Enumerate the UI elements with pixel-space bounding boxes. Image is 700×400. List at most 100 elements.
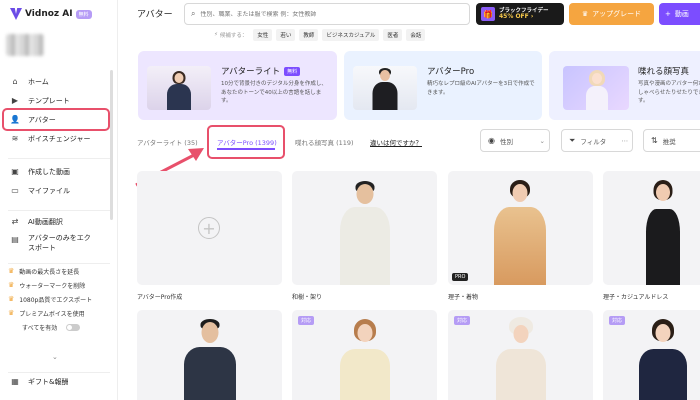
black-friday-discount: 45% OFF ›	[499, 12, 534, 20]
video-icon: ▣	[11, 167, 19, 176]
tag-chip[interactable]: ビジネスカジュアル	[322, 29, 380, 41]
divider	[8, 210, 110, 211]
sidebar-item-avatar-export[interactable]: ▤ アバターのみをエクスポート	[0, 231, 118, 255]
sidebar-item-ai-translate[interactable]: ⇄ AI動画翻訳	[0, 212, 118, 231]
talking-photo-image	[563, 66, 629, 110]
sidebar-item-label: アバターのみをエクスポート	[28, 234, 91, 252]
funnel-icon: ⏷	[569, 135, 576, 145]
banner-avatar-lite[interactable]: アバターライト 無料 10分で背景付きのデジタル分身を作成し、あなたのトーンで4…	[138, 51, 337, 120]
create-video-button[interactable]: + 動画	[659, 3, 700, 25]
perk-label: プレミアムボイスを使用	[19, 310, 85, 318]
gender-select[interactable]: ◉ 性別 ⌄	[480, 129, 550, 152]
avatar-lite-image	[147, 66, 211, 110]
body	[494, 207, 546, 285]
body	[496, 349, 546, 400]
avatar-card[interactable]	[603, 171, 700, 285]
sidebar-item-created-videos[interactable]: ▣ 作成した動画	[0, 162, 118, 181]
file-icon: ▭	[11, 186, 19, 195]
upgrade-button[interactable]: ♛ アップグレード	[569, 3, 654, 25]
person-figure	[340, 177, 390, 285]
card-label: 理子・カジュアルドレス	[603, 294, 669, 301]
sidebar-item-home[interactable]: ⌂ ホーム	[0, 72, 118, 91]
perk-item[interactable]: ♛ ウォーターマークを削除	[0, 278, 92, 292]
tools-nav: ⇄ AI動画翻訳 ▤ アバターのみをエクスポート	[0, 212, 118, 255]
gift-icon: ▦	[11, 377, 19, 386]
sidebar-item-label: ギフト&報酬	[28, 377, 69, 386]
page-title: アバター	[137, 10, 173, 20]
perk-item[interactable]: ♛ 動画の最大長さを延長	[0, 264, 92, 278]
sidebar-item-my-files[interactable]: ▭ マイファイル	[0, 181, 118, 200]
upgrade-label: アップグレード	[592, 10, 642, 18]
sidebar-item-voice-changer[interactable]: ≋ ボイスチェンジャー	[0, 129, 118, 148]
filter-button[interactable]: ⏷ フィルタ ⋯	[561, 129, 633, 152]
banner-talking-photo[interactable]: 喋れる顔写真 写真や漫画のアバター何かをしゃべらせたりせたりできます。	[549, 51, 700, 120]
black-friday-button[interactable]: 🎁 ブラックフライデー 45% OFF ›	[476, 3, 564, 25]
enable-all-row: すべてを有効	[0, 320, 92, 334]
person-figure	[639, 317, 687, 400]
avatar-card[interactable]: 対応	[292, 310, 437, 400]
plan-badge: 無料	[75, 9, 92, 19]
enable-all-toggle[interactable]	[66, 323, 81, 331]
banner-title-text: 喋れる顔写真	[638, 67, 690, 77]
avatar-card[interactable]: 対応	[603, 310, 700, 400]
avatar-card[interactable]	[292, 171, 437, 285]
perk-label: 1080p品質でエクスポート	[19, 296, 93, 304]
difference-link[interactable]: 違いは何ですか？	[370, 137, 422, 147]
face-badge: 対応	[298, 316, 315, 325]
body	[184, 347, 236, 400]
avatar-card[interactable]: PRO	[448, 171, 593, 285]
search-box[interactable]: ⌕	[184, 3, 470, 25]
person-figure	[340, 317, 390, 400]
sort-select[interactable]: ⇅ 推奨	[643, 129, 700, 152]
sidebar-scrollbar[interactable]	[110, 70, 113, 220]
card-label: 理子・着物	[448, 294, 479, 301]
person-circle-icon: ◉	[488, 136, 495, 145]
perk-item[interactable]: ♛ 1080p品質でエクスポート	[0, 292, 92, 306]
crown-icon: ♛	[8, 309, 15, 317]
crown-icon: ♛	[581, 10, 589, 18]
head	[656, 184, 670, 201]
filter-label: フィルタ	[580, 137, 607, 146]
create-avatar-pro-card[interactable]: +	[137, 171, 282, 285]
chevron-down-icon[interactable]: ⌄	[52, 353, 58, 361]
create-label: 動画	[674, 10, 689, 18]
avatar-card[interactable]	[137, 310, 282, 400]
divider	[8, 158, 110, 159]
tag-chip[interactable]: 教師	[299, 29, 319, 41]
premium-perks: ♛ 動画の最大長さを延長 ♛ ウォーターマークを削除 ♛ 1080p品質でエクスポート…	[0, 264, 92, 334]
body	[646, 209, 680, 285]
person-figure	[583, 70, 611, 110]
sidebar-item-label: テンプレート	[28, 96, 70, 105]
perk-label: ウォーターマークを削除	[19, 282, 86, 290]
app-name: Vidnoz AI	[25, 9, 73, 19]
tag-chip[interactable]: 女性	[253, 29, 273, 41]
more-icon: ⋯	[621, 136, 629, 145]
gift-box-icon: 🎁	[481, 7, 495, 21]
tab-avatar-pro[interactable]: アバターPro (1399)	[217, 137, 277, 147]
head	[513, 325, 529, 343]
body	[340, 349, 390, 400]
head	[201, 322, 219, 343]
tag-chip[interactable]: 会話	[406, 29, 426, 41]
person-figure	[496, 317, 546, 400]
banner-avatar-pro[interactable]: アバターPro 精巧なレプロ級のAIアバターを3日で作成できます。	[344, 51, 542, 120]
person-figure	[494, 177, 546, 285]
user-avatar[interactable]	[6, 34, 44, 56]
head	[356, 184, 374, 204]
head	[592, 73, 602, 84]
tag-chip[interactable]: 若い	[276, 29, 296, 41]
person-figure	[165, 70, 193, 110]
tag-chip[interactable]: 医者	[383, 29, 403, 41]
tab-talking-photo[interactable]: 喋れる顔写真 (119)	[295, 137, 354, 147]
banner-description: 10分で背景付きのデジタル分身を作成し、あなたのトーンで40以上の言語を話します…	[221, 81, 327, 105]
perk-item[interactable]: ♛ プレミアムボイスを使用	[0, 306, 92, 320]
enable-all-label: すべてを有効	[22, 324, 58, 332]
sidebar-item-templates[interactable]: ▶ テンプレート	[0, 91, 118, 110]
logo[interactable]: Vidnoz AI 無料	[10, 8, 92, 20]
sidebar-item-gifts[interactable]: ▦ ギフト&報酬	[0, 372, 118, 391]
avatar-card[interactable]: 対応	[448, 310, 593, 400]
search-input[interactable]	[200, 10, 451, 18]
sidebar-item-label: アバター	[28, 115, 56, 124]
head	[512, 184, 528, 202]
sidebar-item-avatar[interactable]: 👤 アバター	[2, 108, 110, 131]
